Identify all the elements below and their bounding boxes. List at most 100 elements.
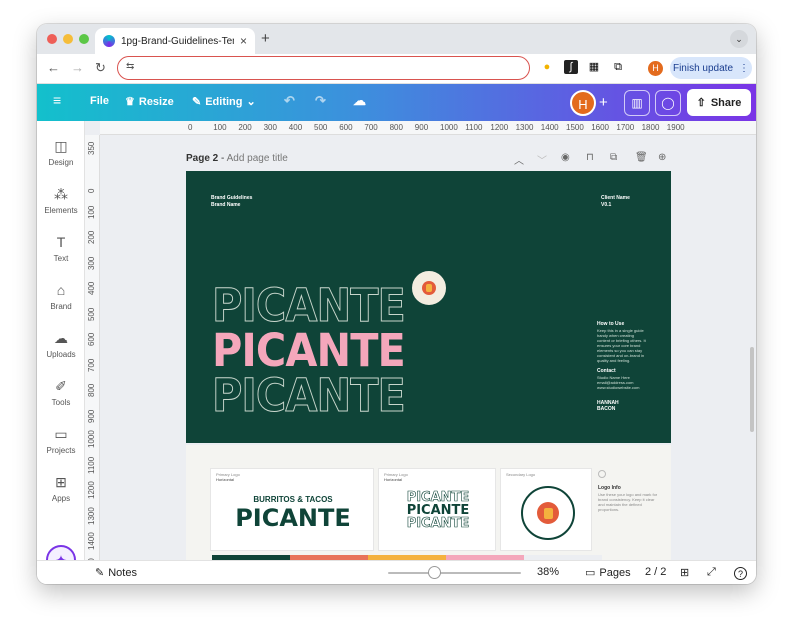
fullscreen-icon[interactable]: ⤢ [707, 566, 716, 579]
redo-icon[interactable]: ↷ [315, 93, 326, 109]
picante-outline-bottom: PICANTE [212, 369, 407, 422]
eye-icon[interactable]: ◉ [561, 152, 570, 163]
file-menu[interactable]: File [90, 95, 109, 107]
contact-body: Studio Name Here email@address.com www.s… [597, 375, 640, 390]
vertical-scrollbar[interactable] [750, 347, 754, 432]
sidebar-item-uploads[interactable]: ☁ Uploads [37, 329, 85, 359]
delete-icon[interactable]: 🗑 [635, 152, 648, 163]
ruler-tick-label: 1200 [87, 481, 96, 499]
left-sidebar: ◫ Design ⁂ Elements T Text ⌂ Brand ☁ Uploads … [37, 121, 85, 584]
minimize-window-dot[interactable] [63, 34, 73, 44]
pencil-icon: ✎ [192, 96, 202, 108]
back-icon[interactable]: ← [47, 60, 60, 75]
secondary-logo-card[interactable]: Primary Logo Horizontal PICANTE PICANTE … [378, 468, 496, 551]
sidebar-item-label: Apps [51, 494, 71, 503]
ruler-tick-label: 0 [87, 188, 96, 193]
sidebar-item-label: Projects [46, 446, 76, 455]
brand-guidelines-label: Brand Guidelines Brand Name [211, 195, 252, 209]
ruler-tick-label: 600 [87, 332, 96, 346]
pages-icon: ▭ [585, 567, 596, 579]
stacked-logo-outline-bottom: PICANTE [406, 516, 470, 531]
finish-update-button[interactable]: Finish update ⋮ [670, 57, 752, 79]
ruler-tick-label: 0 [188, 123, 193, 132]
ruler-tick-label: 500 [314, 123, 328, 132]
sidebar-item-elements[interactable]: ⁂ Elements [37, 185, 85, 215]
share-button[interactable]: ⇧ Share [687, 89, 751, 116]
primary-logo-card[interactable]: Primary Logo Horizontal BURRITOS & TACOS… [210, 468, 374, 551]
reload-icon[interactable]: ↻ [95, 60, 106, 76]
close-window-dot[interactable] [47, 34, 57, 44]
ruler-tick-label: 800 [389, 123, 403, 132]
hamburger-menu-icon[interactable]: ≡ [53, 92, 61, 108]
ruler-tick-label: 100 [87, 205, 96, 219]
forward-icon[interactable]: → [71, 60, 84, 75]
resize-button[interactable]: ♛ Resize [125, 95, 174, 109]
share-upload-icon: ⇧ [696, 97, 706, 109]
invite-plus-icon[interactable]: + [599, 94, 608, 111]
insights-chart-icon[interactable]: ▥ [624, 90, 650, 116]
page-title-separator: - [218, 153, 227, 164]
cloud-saved-icon[interactable]: ☁ [353, 93, 366, 109]
notes-label: Notes [108, 566, 137, 579]
logo-section[interactable]: Primary Logo Horizontal BURRITOS & TACOS… [186, 445, 671, 560]
sidebar-item-design[interactable]: ◫ Design [37, 137, 85, 167]
editing-label: Editing [205, 95, 243, 108]
ruler-tick-label: 1300 [515, 123, 534, 132]
page-counter[interactable]: 2 / 2 [645, 566, 666, 578]
grid-extension-icon[interactable]: ▦ [587, 60, 601, 74]
add-page-icon[interactable]: ⊕ [658, 152, 666, 163]
how-to-use-heading: How to Use [597, 321, 625, 327]
ruler-tick-label: 300 [263, 123, 277, 132]
duplicate-icon[interactable]: ⧉ [610, 152, 617, 163]
new-tab-icon[interactable]: + [261, 30, 270, 47]
ruler-tick-label: 1900 [666, 123, 685, 132]
comment-icon[interactable]: ◯ [655, 90, 681, 116]
sidebar-item-text[interactable]: T Text [37, 233, 85, 263]
tab-bar: 1pg-Brand-Guidelines-Templ × + ⌄ [37, 24, 756, 54]
puzzle-icon[interactable]: ⧉ [611, 60, 625, 74]
add-page-title[interactable]: Add page title [227, 153, 288, 164]
lightbulb-icon[interactable]: ● [540, 60, 554, 74]
secondary-logo-caption: Secondary Logo [506, 472, 536, 477]
tab-close-icon[interactable]: × [240, 34, 247, 48]
notes-button[interactable]: ✎ Notes [95, 566, 137, 580]
tab-search-icon[interactable]: ⌄ [730, 30, 748, 48]
zoom-window-dot[interactable] [79, 34, 89, 44]
sidebar-item-tools[interactable]: ✐ Tools [37, 377, 85, 407]
badge-logo-card[interactable]: Secondary Logo [500, 468, 592, 551]
design-icon: ◫ [54, 138, 68, 154]
zoom-level[interactable]: 38% [537, 566, 559, 578]
design-page[interactable]: Brand Guidelines Brand Name Client Name V0… [186, 171, 671, 443]
elements-icon: ⁂ [54, 186, 68, 202]
status-bar: ✎ Notes 38% ▭ Pages 2 / 2 ⊞ ⤢ ? [37, 560, 756, 584]
sidebar-item-projects[interactable]: ▭ Projects [37, 425, 85, 455]
collapse-up-icon[interactable]: ︿ [514, 152, 524, 167]
grid-view-icon[interactable]: ⊞ [680, 566, 689, 579]
zoom-slider[interactable] [388, 572, 521, 574]
help-icon[interactable]: ? [734, 567, 747, 580]
undo-icon[interactable]: ↶ [284, 93, 295, 109]
extension-icon[interactable]: ∫ [564, 60, 578, 74]
more-vert-icon[interactable]: ⋮ [739, 63, 749, 74]
apps-icon: ⊞ [55, 474, 67, 490]
brand-name-text: Brand Name [211, 202, 241, 208]
pages-button[interactable]: ▭ Pages [585, 566, 631, 580]
lock-icon[interactable]: ⊓ [586, 152, 594, 163]
profile-avatar[interactable]: H [648, 61, 663, 76]
browser-tab[interactable]: 1pg-Brand-Guidelines-Templ × [95, 28, 255, 54]
sidebar-item-brand[interactable]: ⌂ Brand [37, 281, 85, 311]
site-settings-icon[interactable]: ⇆ [126, 61, 134, 72]
user-avatar[interactable]: H [570, 90, 596, 116]
finish-update-label: Finish update [672, 62, 734, 74]
sidebar-item-apps[interactable]: ⊞ Apps [37, 473, 85, 503]
client-name-text: Client Name [601, 195, 630, 201]
collapse-down-icon[interactable]: ﹀ [537, 152, 547, 167]
canva-favicon-icon [103, 35, 115, 47]
url-field[interactable]: ⇆ [117, 56, 530, 80]
editing-mode-button[interactable]: ✎ Editing ⌄ [192, 95, 256, 109]
zoom-slider-handle[interactable] [428, 566, 441, 579]
page-title[interactable]: Page 2 - Add page title [186, 153, 288, 164]
ruler-tick-label: 1800 [641, 123, 660, 132]
address-bar-row: ← → ↻ ⇆ ● ∫ ▦ ⧉ H Finish update ⋮ [37, 54, 756, 84]
ruler-tick-label: 400 [288, 123, 303, 132]
